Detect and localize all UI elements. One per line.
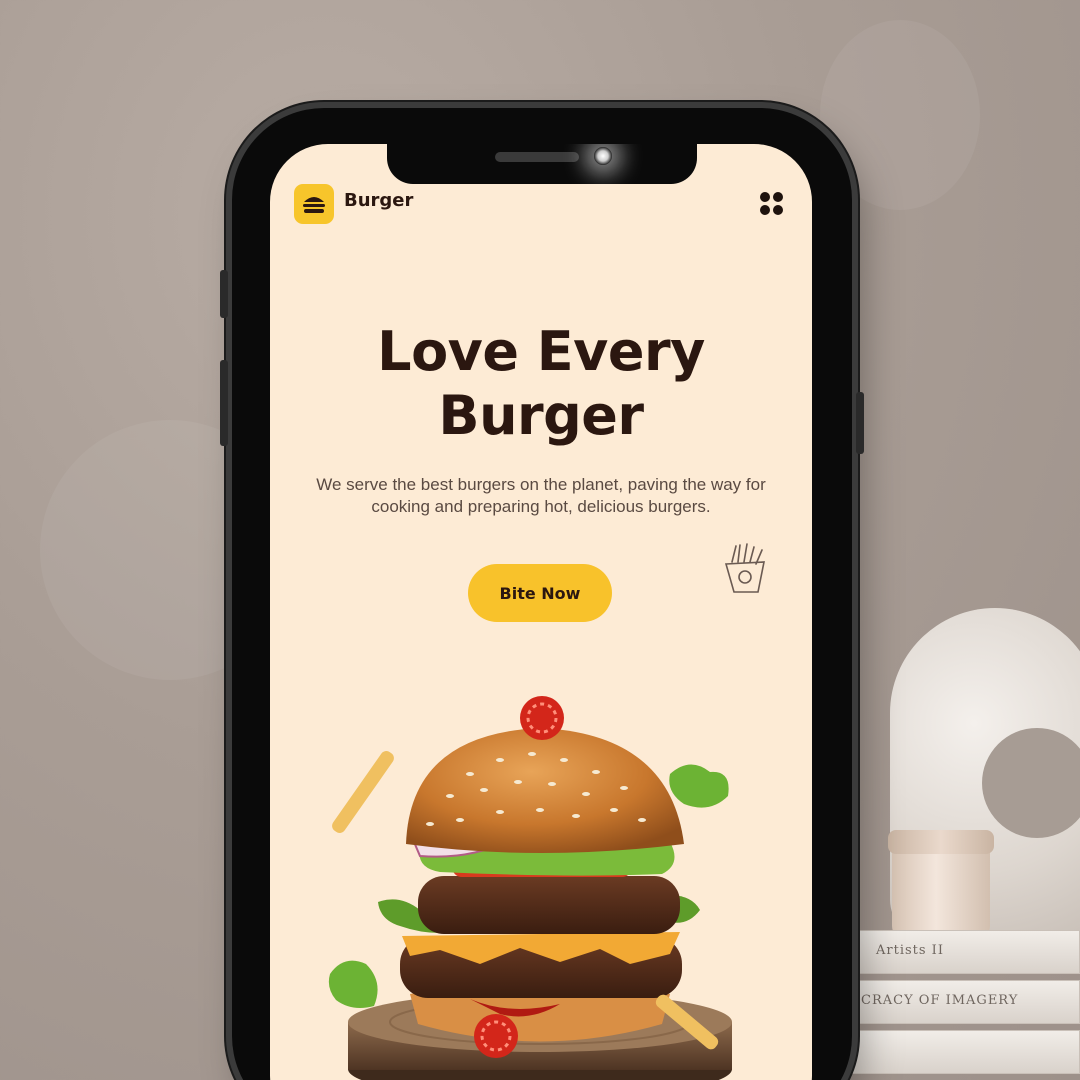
lens-flare bbox=[594, 147, 612, 165]
phone-side-button bbox=[220, 270, 228, 318]
burger-icon[interactable] bbox=[294, 184, 334, 224]
headline-line: Love Every bbox=[377, 320, 705, 383]
headline-line: Burger bbox=[438, 384, 644, 447]
book bbox=[840, 1030, 1080, 1074]
bite-now-button[interactable]: Bite Now bbox=[468, 564, 612, 622]
phone-screen: Burger Love Every Burger We serve the be… bbox=[270, 144, 812, 1080]
phone-notch bbox=[387, 144, 697, 184]
book-spine: Artists II bbox=[845, 930, 1080, 974]
phone-side-button bbox=[220, 360, 228, 446]
phone-side-button bbox=[856, 392, 864, 454]
fries-icon bbox=[724, 543, 765, 593]
book-stack: Artists II CRACY OF IMAGERY bbox=[830, 930, 1080, 1080]
grid-menu-icon[interactable] bbox=[760, 192, 784, 216]
phone-mockup: Burger Love Every Burger We serve the be… bbox=[220, 108, 864, 1080]
page-title: Love Every Burger bbox=[270, 320, 812, 448]
burger-image bbox=[328, 696, 732, 1080]
jar-lid bbox=[888, 830, 994, 854]
speaker bbox=[495, 152, 579, 162]
hero-description: We serve the best burgers on the planet,… bbox=[316, 475, 766, 516]
app-header: Burger bbox=[294, 184, 788, 224]
book-spine: CRACY OF IMAGERY bbox=[830, 980, 1080, 1024]
brand-name[interactable]: Burger bbox=[344, 190, 413, 211]
